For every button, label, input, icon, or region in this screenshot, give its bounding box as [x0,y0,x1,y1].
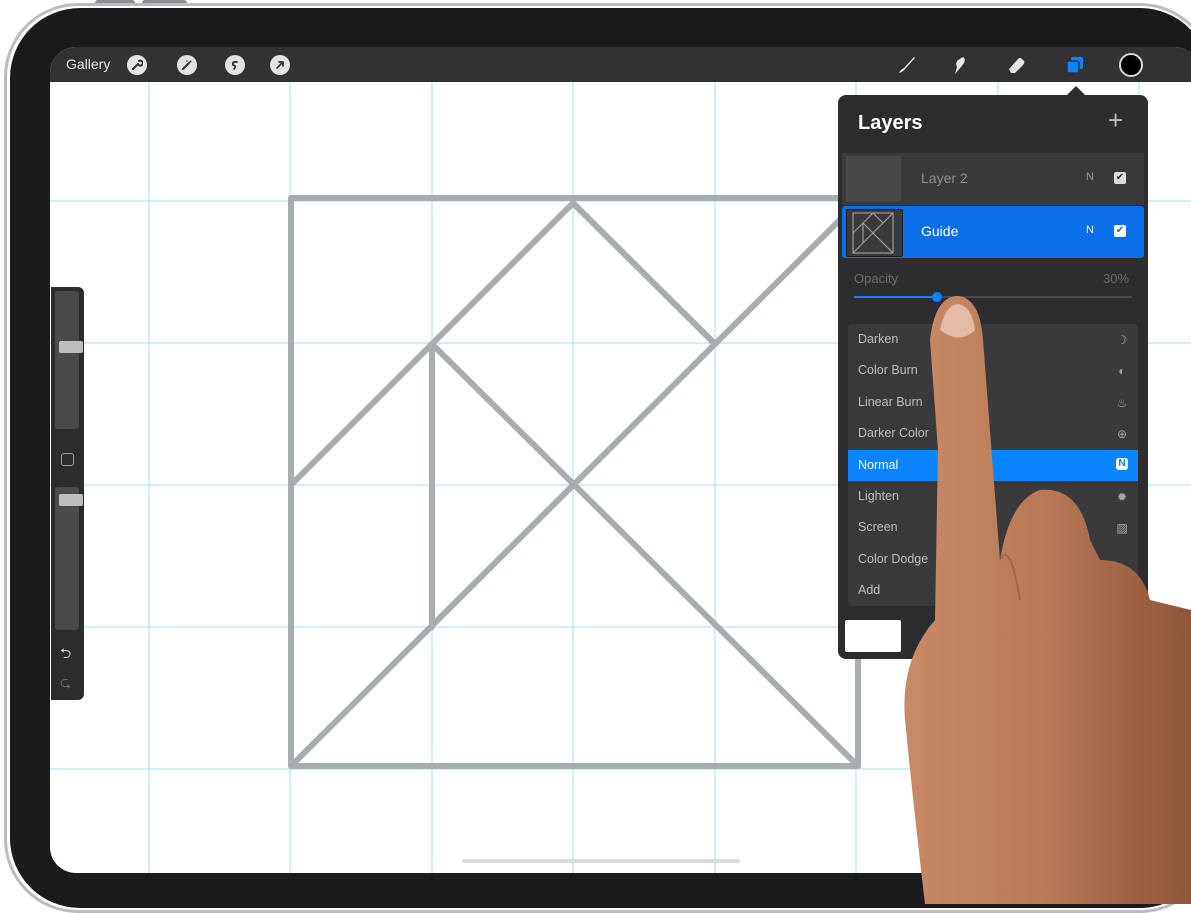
layers-panel: Layers + Layer 2 N ✔ Guide N ✔ Opacity 3… [838,95,1148,659]
blend-mode-color-dodge[interactable]: Color Dodge [848,544,1138,576]
opacity-value: 30% [1103,271,1130,286]
blend-mode-darken[interactable]: Darken ☽ [848,324,1138,356]
blend-mode-label: Normal [858,457,899,472]
moon-icon: ☽ [1116,333,1128,347]
blend-mode-list: Darken ☽ Color Burn ◐ Linear Burn ♨ Darker Col… [848,324,1138,606]
blend-mode-color-burn[interactable]: Color Burn ◐ [848,355,1138,387]
transform-arrow-icon[interactable] [270,55,290,75]
blend-mode-label: Screen [858,520,898,535]
gallery-button[interactable]: Gallery [66,56,110,72]
blend-mode-label: Darker Color [858,426,929,441]
sun-icon: ✹ [1116,490,1128,504]
layer-blend-mode-button[interactable]: N [1086,171,1094,183]
add-layer-button[interactable]: + [1108,105,1123,136]
magic-wand-icon[interactable] [177,55,197,75]
blend-mode-linear-burn[interactable]: Linear Burn ♨ [848,387,1138,419]
layer-visibility-checkbox[interactable]: ✔ [1114,225,1126,237]
ipad-device: Gallery ⮌ ⮎ Layers + Layer 2 N ✔ Guide N… [0,0,1191,913]
layer-name: Guide [921,223,959,239]
blend-mode-label: Color Dodge [858,551,929,566]
layer-visibility-checkbox[interactable]: ✔ [1114,172,1126,184]
brush-sidebar: ⮌ ⮎ [51,287,84,700]
layers-panel-title: Layers [858,112,923,134]
smudge-icon[interactable] [946,51,974,79]
blend-mode-darker-color[interactable]: Darker Color ⊕ [848,418,1138,450]
flame-icon: ♨ [1116,395,1128,410]
wrench-icon[interactable] [127,55,147,75]
layer-row-layer-2[interactable]: Layer 2 N ✔ [842,153,1144,205]
background-color-layer[interactable] [845,620,901,652]
brush-opacity-slider[interactable] [55,487,83,630]
layer-name: Layer 2 [921,170,968,186]
eraser-icon[interactable] [1002,51,1030,79]
blend-mode-lighten[interactable]: Lighten ✹ [848,481,1138,513]
blend-mode-label: Lighten [858,489,900,503]
layer-thumbnail [846,156,901,202]
layers-icon[interactable] [1061,51,1089,79]
blend-mode-label: Darken [858,332,899,346]
opacity-slider[interactable] [854,292,1132,302]
undo-icon[interactable]: ⮌ [60,643,71,667]
normal-badge-icon: N [1116,457,1128,470]
blend-mode-normal[interactable]: Normal N [848,449,1138,482]
brush-size-thumb[interactable] [59,341,83,354]
modify-button[interactable] [61,453,74,466]
opacity-slider-knob[interactable] [932,292,943,302]
blend-mode-label: Color Burn [858,363,918,378]
brush-size-slider[interactable] [55,291,83,429]
top-toolbar: Gallery [50,47,1191,82]
opacity-label: Opacity [854,271,899,286]
brush-icon[interactable] [893,51,921,79]
home-indicator [462,859,740,863]
guide-drawing [288,195,861,769]
plus-circle-icon: ⊕ [1116,427,1128,442]
panel-pointer [1067,86,1085,95]
selection-icon[interactable] [225,55,245,75]
blend-mode-label: Add [858,583,881,598]
color-picker-button[interactable] [1119,53,1143,77]
blend-mode-add[interactable]: Add [848,575,1138,606]
redo-icon[interactable]: ⮎ [60,672,71,696]
hatch-icon: ▨ [1116,521,1128,536]
opacity-slider-fill [854,296,938,298]
layer-thumbnail [846,209,903,257]
blend-mode-screen[interactable]: Screen ▨ [848,512,1138,544]
layer-row-guide[interactable]: Guide N ✔ [842,206,1144,258]
layer-blend-mode-button[interactable]: N [1086,224,1094,236]
burn-icon: ◐ [1118,364,1126,379]
brush-opacity-thumb[interactable] [59,493,83,506]
blend-mode-label: Linear Burn [858,394,923,409]
